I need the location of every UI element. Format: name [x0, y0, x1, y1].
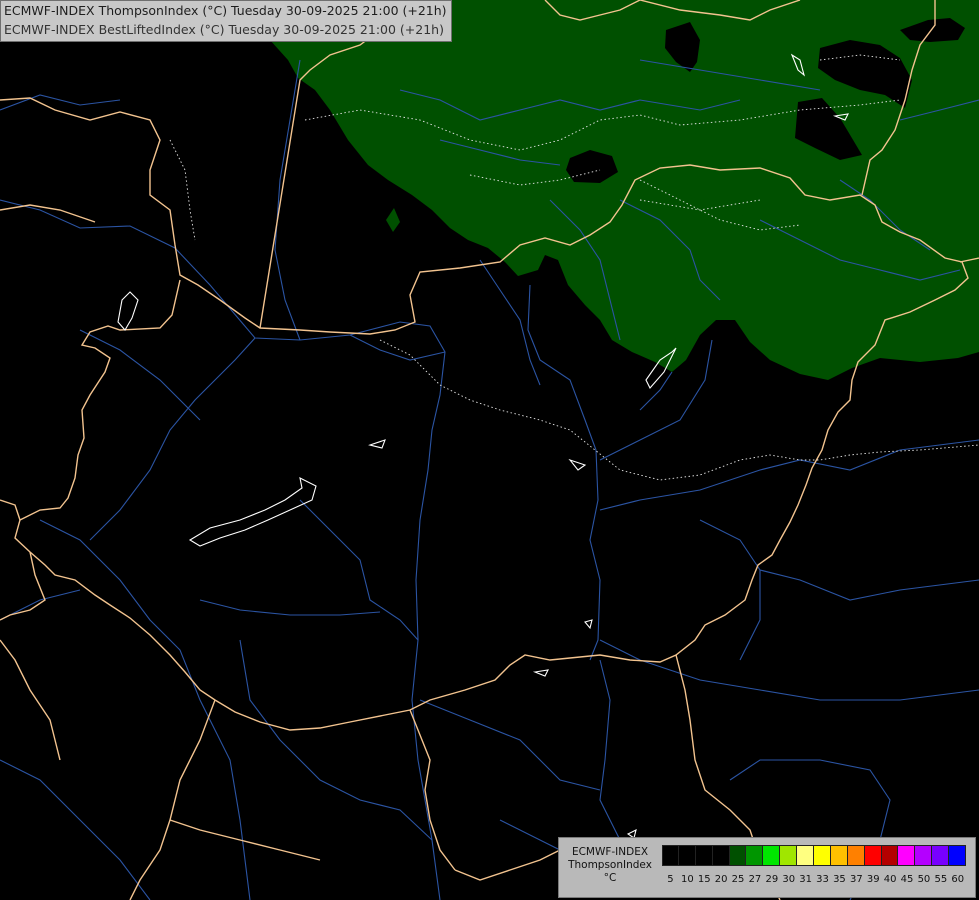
legend-tick-label: 27	[748, 874, 762, 885]
legend-tick-label: 33	[816, 874, 829, 885]
legend-ticks: 5 10 15 20 25 27 29 30 31 33 35 37 39 40 45 50 55 60	[662, 874, 979, 888]
legend-tick-label: 45	[900, 874, 914, 885]
legend-tick-label: 50	[917, 874, 931, 885]
legend-unit: °C	[603, 872, 617, 884]
legend-tick-label: 29	[765, 874, 779, 885]
legend-swatch	[695, 845, 713, 866]
legend-tick-label: 10	[680, 874, 694, 885]
legend-tick-label: 5	[667, 874, 674, 885]
legend-tick-label: 31	[799, 874, 813, 885]
legend-tick-label: 20	[714, 874, 728, 885]
legend-swatch	[949, 845, 967, 866]
legend-swatch	[864, 845, 882, 866]
legend-swatch	[932, 845, 950, 866]
legend-tick-label: 25	[731, 874, 745, 885]
legend-tick-label: 55	[934, 874, 948, 885]
legend-swatch	[915, 845, 933, 866]
color-legend: ECMWF-INDEX ThompsonIndex °C 5 10 15 20 25 27…	[558, 837, 976, 898]
legend-swatch	[847, 845, 865, 866]
legend-swatches	[662, 845, 967, 866]
legend-swatch	[712, 845, 730, 866]
legend-swatch	[763, 845, 781, 866]
legend-swatch	[797, 845, 815, 866]
legend-label: ECMWF-INDEX ThompsonIndex °C	[562, 846, 658, 885]
legend-swatch	[729, 845, 747, 866]
title-line-thompson: ECMWF-INDEX ThompsonIndex (°C) Tuesday 3…	[4, 3, 447, 18]
title-line-lifted: ECMWF-INDEX BestLiftedIndex (°C) Tuesday…	[4, 21, 444, 37]
legend-swatch	[746, 845, 764, 866]
legend-swatch	[830, 845, 848, 866]
legend-tick-label: 60	[951, 874, 965, 885]
legend-tick-label: 35	[833, 874, 846, 885]
legend-swatch	[678, 845, 696, 866]
legend-tick-label: 37	[849, 874, 863, 885]
legend-tick-label: 30	[782, 874, 796, 885]
weather-map	[0, 0, 979, 900]
legend-swatch	[814, 845, 831, 866]
legend-swatch	[881, 845, 899, 866]
map-title: ECMWF-INDEX ThompsonIndex (°C) Tuesday 3…	[0, 0, 452, 42]
legend-model: ECMWF-INDEX	[571, 846, 649, 858]
legend-swatch	[780, 845, 798, 866]
legend-swatch	[898, 845, 916, 866]
legend-tick-label: 15	[697, 874, 711, 885]
legend-tick-label: 40	[883, 874, 897, 885]
legend-tick-label: 39	[866, 874, 880, 885]
legend-parameter: ThompsonIndex	[568, 859, 652, 871]
legend-swatch	[662, 845, 679, 866]
